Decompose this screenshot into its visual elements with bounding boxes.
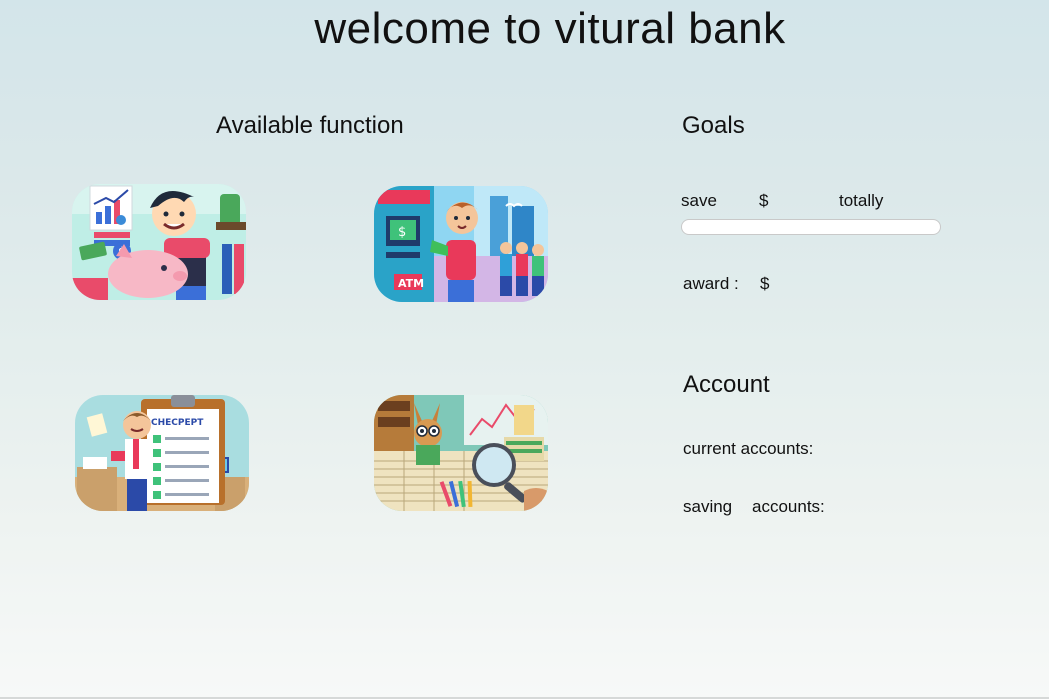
atm-sign-text: ATM (398, 277, 424, 290)
award-label: award : (683, 274, 739, 293)
checklist-sign-text: CHECPEPT (151, 418, 204, 428)
account-heading: Account (683, 371, 770, 398)
savings-function-tile[interactable]: $ (72, 184, 246, 300)
save-currency-symbol: $ (759, 191, 769, 210)
save-label: save (681, 191, 717, 210)
available-function-heading: Available function (216, 112, 404, 139)
piggy-bank-icon: $ (72, 184, 246, 300)
svg-text:$: $ (398, 225, 406, 240)
analysis-function-tile[interactable] (374, 395, 548, 511)
current-accounts-label: current accounts: (683, 439, 814, 458)
page-title: welcome to vitural bank (314, 4, 786, 53)
totally-label: totally (839, 191, 884, 210)
checklist-function-tile[interactable]: CHECPEPT (75, 395, 249, 511)
atm-function-tile[interactable]: $ ATM (374, 186, 548, 302)
magnifier-icon (374, 395, 548, 511)
checklist-icon: CHECPEPT (75, 395, 249, 511)
saving-accounts-label: saving (683, 497, 733, 516)
saving-accounts-label-suffix: accounts: (752, 497, 825, 516)
savings-progress-bar (681, 219, 941, 235)
goals-heading: Goals (682, 112, 745, 139)
award-currency-symbol: $ (760, 274, 770, 293)
atm-icon: $ ATM (374, 186, 548, 302)
